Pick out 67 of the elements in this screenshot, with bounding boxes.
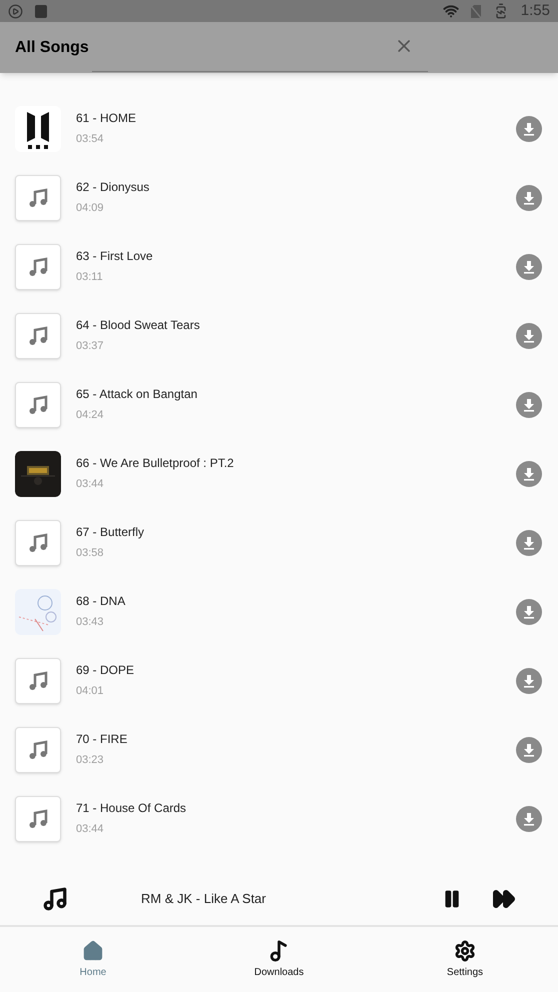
- music-note-icon: [15, 312, 61, 358]
- song-title[interactable]: 64 - Blood Sweat Tears: [76, 316, 516, 334]
- download-button[interactable]: [516, 806, 542, 832]
- song-duration: 03:44: [76, 477, 105, 492]
- song-duration: 04:24: [76, 408, 105, 424]
- music-note-icon: [268, 940, 290, 962]
- now-playing-title: RM & JK - Like A Star: [141, 890, 267, 908]
- song-title[interactable]: 67 - Butterfly: [76, 523, 516, 542]
- logo-icon: [15, 106, 61, 152]
- song-title[interactable]: 63 - First Love: [76, 247, 516, 266]
- song-duration: 03:44: [76, 822, 105, 838]
- download-icon: [522, 122, 536, 136]
- song-title[interactable]: 61 - HOME: [76, 109, 516, 128]
- download-icon: [522, 260, 536, 274]
- settings-icon: [454, 940, 476, 962]
- music-note-icon: [15, 382, 61, 428]
- song-title[interactable]: 68 - DNA: [76, 592, 516, 610]
- no-sim-icon: [470, 4, 481, 18]
- music-note-icon: [15, 658, 61, 704]
- song-title[interactable]: 66 - We Are Bulletproof : PT.2: [76, 454, 516, 472]
- music-note-icon: [15, 174, 61, 220]
- download-button[interactable]: [516, 184, 542, 210]
- download-icon: [522, 466, 536, 480]
- download-icon: [522, 674, 536, 688]
- download-button[interactable]: [516, 254, 542, 280]
- song-duration: 03:11: [76, 270, 104, 286]
- song-duration: 03:58: [76, 546, 105, 562]
- download-icon: [522, 536, 536, 550]
- music-note-icon: [15, 520, 61, 566]
- download-button[interactable]: [516, 598, 542, 624]
- play-circle-icon: [8, 4, 23, 18]
- download-icon: [522, 328, 536, 342]
- song-duration: 03:54: [76, 132, 105, 148]
- music-note-icon: [15, 244, 61, 290]
- download-button[interactable]: [516, 736, 542, 762]
- app-icon: [35, 4, 47, 18]
- music-note-icon: [42, 886, 68, 912]
- download-icon: [522, 742, 536, 756]
- song-title[interactable]: 62 - Dionysus: [76, 178, 516, 196]
- download-button[interactable]: [516, 392, 542, 418]
- download-button[interactable]: [516, 116, 542, 142]
- song-title[interactable]: 71 - House Of Cards: [76, 799, 516, 818]
- nav-tab[interactable]: Settings: [372, 927, 558, 992]
- music-note-icon: [15, 796, 61, 842]
- music-note-icon: [15, 726, 61, 772]
- wifi-icon: [442, 3, 459, 19]
- song-title[interactable]: 65 - Attack on Bangtan: [76, 385, 516, 404]
- song-duration: 03:23: [76, 753, 105, 768]
- song-duration: 03:43: [76, 615, 105, 630]
- download-button[interactable]: [516, 322, 542, 348]
- nav-tab[interactable]: Home: [0, 927, 186, 992]
- song-duration: 03:37: [76, 339, 105, 354]
- header-title: All Songs: [15, 38, 90, 58]
- song-title[interactable]: 69 - DOPE: [76, 661, 516, 680]
- song-duration: 04:01: [76, 684, 105, 700]
- home-icon: [82, 940, 104, 962]
- download-icon: [522, 604, 536, 618]
- song-duration: 04:09: [76, 201, 105, 216]
- download-button[interactable]: [516, 460, 542, 486]
- download-icon: [522, 190, 536, 204]
- clock: 1:55: [520, 0, 550, 21]
- download-button[interactable]: [516, 530, 542, 556]
- nav-tab[interactable]: Downloads: [186, 927, 372, 992]
- download-button[interactable]: [516, 668, 542, 694]
- download-icon: [522, 812, 536, 826]
- download-icon: [522, 398, 536, 412]
- song-title[interactable]: 70 - FIRE: [76, 730, 516, 748]
